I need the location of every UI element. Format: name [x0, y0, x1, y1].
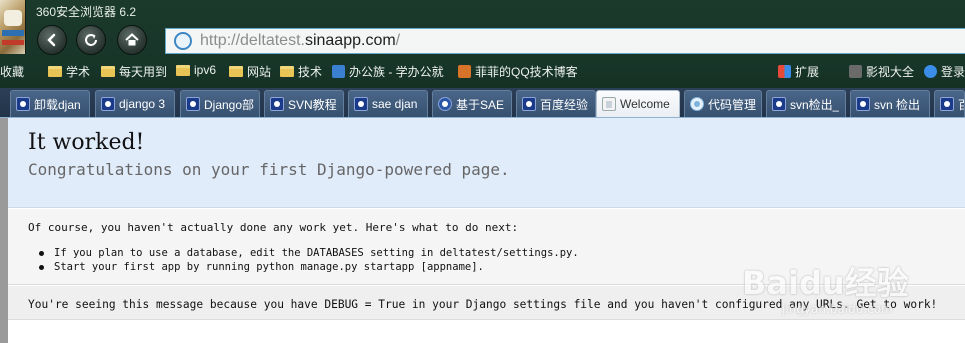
tab-12[interactable]: 百	[934, 90, 965, 117]
extensions-button[interactable]: 扩展	[778, 63, 819, 80]
sidebar-edge	[0, 118, 8, 343]
watermark-brand: Baidu经验	[742, 264, 909, 302]
django-icon	[522, 97, 536, 111]
user-icon	[924, 65, 937, 78]
tab-4[interactable]: SVN教程	[264, 90, 344, 117]
video-button[interactable]: 影视大全	[849, 63, 914, 80]
bookmark-folder-ipv6[interactable]: ipv6	[176, 63, 216, 77]
page-title: It worked!	[28, 130, 145, 155]
folder-icon	[48, 66, 62, 77]
home-icon	[125, 33, 139, 46]
tab-5[interactable]: sae djan	[348, 90, 428, 117]
extensions-icon	[778, 65, 791, 78]
folder-icon	[176, 64, 190, 76]
tab-3[interactable]: Django部	[180, 90, 260, 117]
cloud-icon	[690, 97, 704, 111]
baidu-watermark: Baidu经验 jingyan.baidu.com	[742, 258, 952, 322]
folder-icon	[101, 66, 115, 77]
window-title: 360安全浏览器 6.2	[36, 5, 137, 19]
video-icon	[849, 65, 862, 78]
folder-icon	[280, 66, 294, 77]
document-icon	[602, 97, 616, 111]
page-subtitle: Congratulations on your first Django-pow…	[28, 160, 510, 179]
refresh-button[interactable]	[76, 25, 106, 55]
back-button[interactable]	[37, 25, 67, 55]
tab-7[interactable]: 百度经验	[516, 90, 596, 117]
address-url[interactable]: http://deltatest.sinaapp.com/	[200, 32, 400, 50]
bookmark-folder-academic[interactable]: 学术	[48, 63, 90, 80]
bookmark-site-qqblog[interactable]: 菲菲的QQ技术博客	[458, 63, 578, 80]
list-item: Start your first app by running python m…	[36, 261, 579, 275]
tab-11[interactable]: svn 检出	[850, 90, 930, 117]
tab-1[interactable]: 卸载djan	[10, 90, 90, 117]
bookmark-folder-tech[interactable]: 技术	[280, 63, 322, 80]
list-item: If you plan to use a database, edit the …	[36, 247, 579, 261]
swirl-icon	[438, 97, 452, 111]
browser-logo	[0, 0, 26, 54]
folder-icon	[229, 66, 243, 77]
steps-list: If you plan to use a database, edit the …	[36, 247, 579, 275]
login-button[interactable]: 登录	[924, 63, 965, 80]
refresh-icon	[85, 34, 97, 46]
django-icon	[101, 97, 115, 111]
arrow-left-icon	[47, 33, 56, 47]
tab-9[interactable]: 代码管理	[684, 90, 762, 117]
django-icon	[186, 97, 200, 111]
bookmark-favorites[interactable]: 收藏	[0, 63, 24, 80]
site-icon	[332, 65, 345, 78]
tab-2[interactable]: django 3	[95, 90, 175, 117]
browser-chrome: 360安全浏览器 6.2 http://deltatest.sinaapp.co…	[0, 0, 965, 118]
django-icon	[354, 97, 368, 111]
bookmark-folder-sites[interactable]: 网站	[229, 63, 271, 80]
home-button[interactable]	[117, 25, 147, 55]
site-security-icon	[174, 32, 192, 50]
instructions-intro: Of course, you haven't actually done any…	[28, 221, 519, 234]
django-icon	[940, 97, 954, 111]
site-icon	[458, 65, 471, 78]
watermark-url: jingyan.baidu.com	[782, 302, 893, 316]
summary-section: It worked! Congratulations on your first…	[8, 118, 965, 208]
django-icon	[270, 97, 284, 111]
tab-strip: 卸载djan django 3 Django部 SVN教程 sae djan 基…	[0, 88, 965, 118]
bookmarks-bar: 收藏 学术 每天用到 ipv6 网站 技术 办公族 - 学办公就 菲菲的QQ技术…	[0, 60, 965, 82]
tab-10[interactable]: svn检出_	[766, 90, 846, 117]
django-icon	[16, 97, 30, 111]
tab-active-welcome[interactable]: Welcome	[596, 90, 680, 117]
bookmark-site-office[interactable]: 办公族 - 学办公就	[332, 63, 444, 80]
tab-6[interactable]: 基于SAE	[432, 90, 512, 117]
bookmark-folder-daily[interactable]: 每天用到	[101, 63, 167, 80]
address-bar[interactable]: http://deltatest.sinaapp.com/	[165, 28, 965, 54]
django-icon	[856, 97, 870, 111]
django-icon	[772, 97, 786, 111]
